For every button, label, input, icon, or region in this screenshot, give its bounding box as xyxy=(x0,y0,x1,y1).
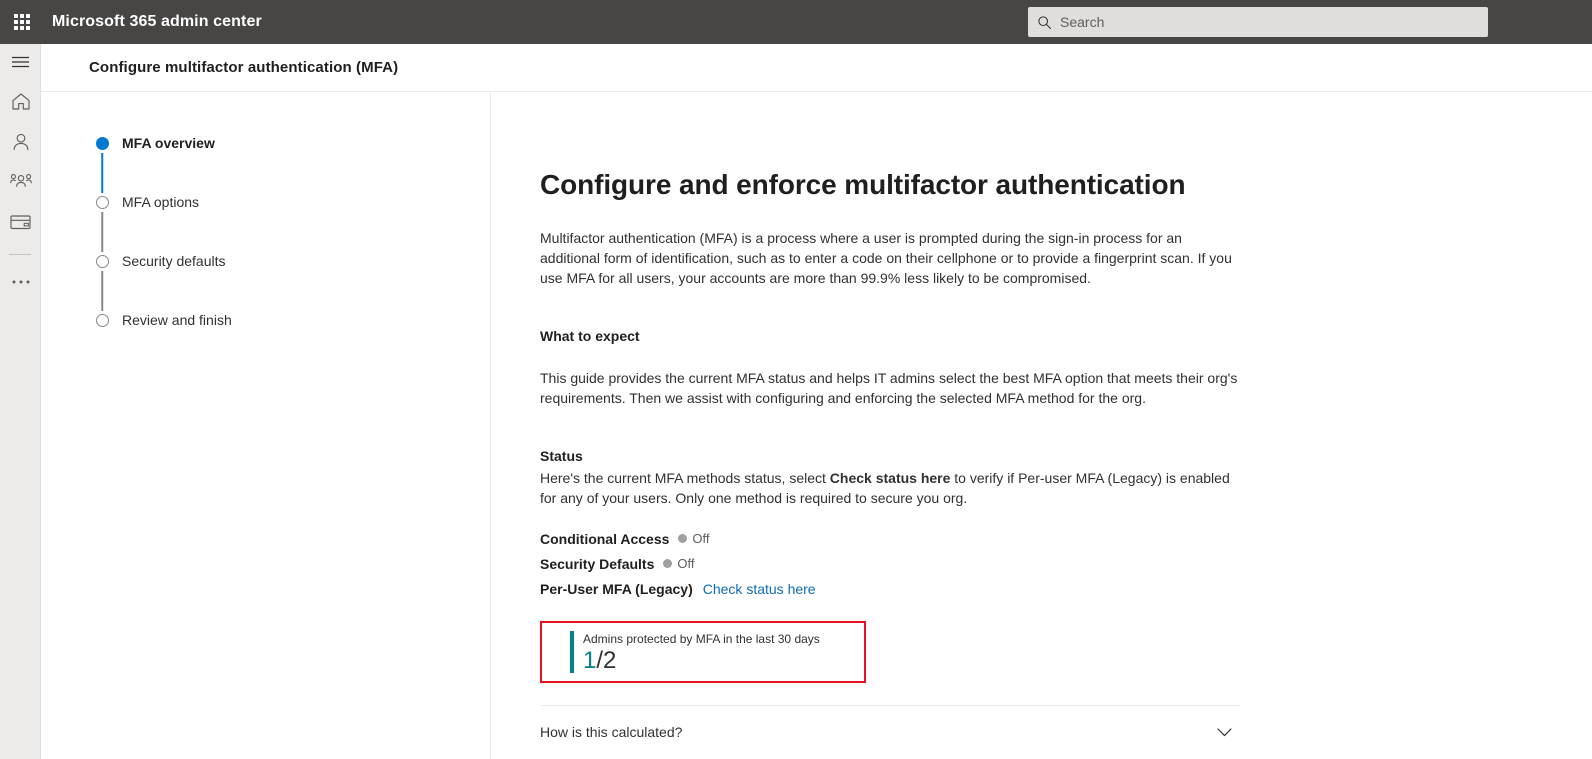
page-header: Configure multifactor authentication (MF… xyxy=(41,44,1592,92)
suite-header: Microsoft 365 admin center xyxy=(0,0,1592,44)
wizard-step-label: Review and finish xyxy=(122,312,232,328)
waffle-grid-icon xyxy=(14,14,30,30)
accordion-label: How is this calculated? xyxy=(540,724,683,740)
status-value: Off xyxy=(692,531,710,546)
metric-annotation-box: Admins protected by MFA in the last 30 d… xyxy=(540,621,866,683)
search-icon xyxy=(1028,7,1060,37)
ellipsis-icon xyxy=(11,272,31,290)
metric-accent-bar xyxy=(570,631,574,673)
status-description-part1: Here's the current MFA methods status, s… xyxy=(540,470,830,486)
search-input[interactable] xyxy=(1060,8,1488,36)
content-inner: Configure and enforce multifactor authen… xyxy=(492,92,1300,754)
metric-text-block: Admins protected by MFA in the last 30 d… xyxy=(583,631,820,674)
search-box[interactable] xyxy=(1028,7,1488,37)
step-dot-inactive xyxy=(95,314,109,327)
status-value: Off xyxy=(677,556,695,571)
user-icon xyxy=(11,132,31,157)
chevron-down-icon[interactable] xyxy=(1217,727,1232,737)
status-row-security-defaults: Security Defaults Off xyxy=(540,551,1300,576)
wizard-step-security-defaults[interactable]: Security defaults xyxy=(91,252,232,311)
status-heading: Status xyxy=(540,448,583,464)
step-dot-inactive xyxy=(95,196,109,209)
intro-paragraph: Multifactor authentication (MFA) is a pr… xyxy=(540,230,1232,286)
off-dot-icon xyxy=(663,559,673,568)
status-list: Conditional Access Off Security Defaults… xyxy=(540,526,1300,601)
wizard-step-review-and-finish[interactable]: Review and finish xyxy=(91,311,232,333)
wizard-step-mfa-overview[interactable]: MFA overview xyxy=(91,134,232,193)
wizard-step-mfa-options[interactable]: MFA options xyxy=(91,193,232,252)
status-description: Here's the current MFA methods status, s… xyxy=(540,468,1240,508)
metric-value: 1/2 xyxy=(583,648,820,674)
metric-denominator: /2 xyxy=(596,647,617,674)
status-row-conditional-access: Conditional Access Off xyxy=(540,526,1300,551)
metric-label: Admins protected by MFA in the last 30 d… xyxy=(583,632,820,646)
status-label: Conditional Access xyxy=(540,530,670,547)
wizard-step-label: MFA options xyxy=(122,194,200,210)
people-group-icon xyxy=(9,173,32,196)
suite-title: Microsoft 365 admin center xyxy=(52,13,262,30)
wizard-steps-list: MFA overview MFA options Security defaul… xyxy=(91,134,232,333)
step-dot-active xyxy=(95,137,109,150)
how-is-this-calculated-accordion: How is this calculated? xyxy=(540,705,1240,754)
sidebar-item-teams-groups[interactable] xyxy=(0,164,41,204)
check-status-here-link[interactable]: Check status here xyxy=(703,581,816,597)
step-dot-inactive xyxy=(95,255,109,268)
credit-card-icon xyxy=(10,214,31,235)
status-description-emphasis: Check status here xyxy=(829,470,951,486)
what-to-expect-heading: What to expect xyxy=(540,328,640,344)
what-to-expect-text: This guide provides the current MFA stat… xyxy=(540,370,1238,406)
nav-toggle-button[interactable] xyxy=(0,44,41,84)
step-marker xyxy=(91,311,113,327)
wizard-step-label: MFA overview xyxy=(122,135,215,151)
main-heading: Configure and enforce multifactor authen… xyxy=(540,169,1186,200)
wizard-step-label: Security defaults xyxy=(122,253,226,269)
home-icon xyxy=(11,92,31,116)
metric-numerator: 1 xyxy=(583,647,597,674)
left-nav-rail xyxy=(0,44,41,759)
wizard-step-nav: MFA overview MFA options Security defaul… xyxy=(41,92,491,759)
admins-protected-metric-card: Admins protected by MFA in the last 30 d… xyxy=(570,631,820,674)
hamburger-menu-icon xyxy=(11,55,30,74)
accordion-toggle[interactable]: How is this calculated? xyxy=(540,706,1240,754)
status-label: Security Defaults xyxy=(540,555,655,572)
status-row-per-user-mfa-legacy: Per-User MFA (Legacy) Check status here xyxy=(540,576,1300,601)
page-title: Configure multifactor authentication (MF… xyxy=(89,59,399,76)
step-marker xyxy=(91,134,113,193)
step-marker xyxy=(91,252,113,311)
sidebar-item-billing[interactable] xyxy=(0,204,41,244)
step-connector xyxy=(101,271,103,311)
sidebar-item-home[interactable] xyxy=(0,84,41,124)
sidebar-item-show-all[interactable] xyxy=(0,261,41,301)
sidebar-item-users[interactable] xyxy=(0,124,41,164)
status-label: Per-User MFA (Legacy) xyxy=(540,580,693,597)
step-connector xyxy=(101,212,103,252)
rail-divider xyxy=(9,254,31,255)
step-connector xyxy=(101,153,103,193)
app-launcher-button[interactable] xyxy=(0,0,44,44)
step-marker xyxy=(91,193,113,252)
off-dot-icon xyxy=(678,534,688,543)
main-content: Configure and enforce multifactor authen… xyxy=(492,92,1592,759)
